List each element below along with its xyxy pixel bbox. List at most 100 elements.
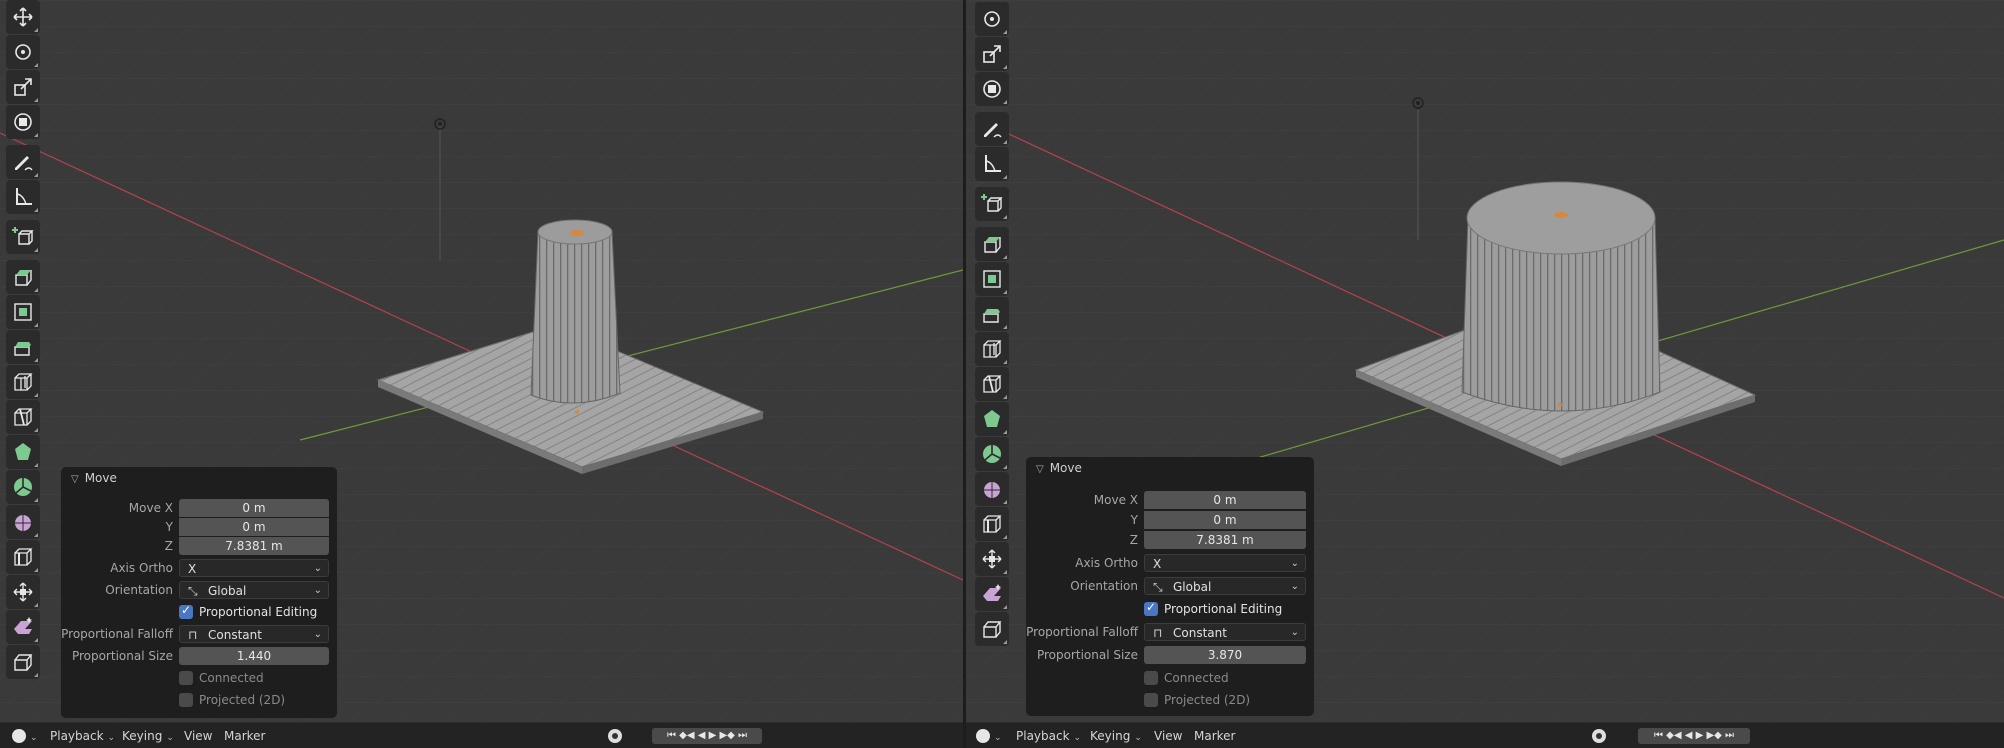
tool-measure[interactable] — [975, 147, 1009, 181]
tool-shrink-fatten[interactable] — [975, 542, 1009, 576]
tool-scale[interactable] — [975, 37, 1009, 71]
viewport-left[interactable]: ▽ Move Move X 0 m Y 0 m Z 7.8381 m Axis Orth… — [0, 0, 963, 748]
proportional-editing-label: Proportional Editing — [199, 605, 318, 619]
axis-ortho-select[interactable]: X ⌄ — [1144, 554, 1306, 572]
tool-edge-slide[interactable] — [975, 507, 1009, 541]
tool-add-cube[interactable] — [975, 187, 1009, 221]
tool-annotate[interactable] — [975, 112, 1009, 146]
tool-spin[interactable] — [975, 437, 1009, 471]
tool-rotate[interactable] — [975, 2, 1009, 36]
redo-panel-move-left[interactable]: ▽ Move Move X 0 m Y 0 m Z 7.8381 m Axis Orth… — [61, 467, 337, 718]
move-z-field[interactable]: 7.8381 m — [1144, 531, 1306, 549]
tool-rotate[interactable] — [6, 35, 40, 69]
view-menu[interactable]: View — [1154, 723, 1182, 748]
timeline-header-left: ⌄ Playback ⌄ Keying ⌄ View Marker ⏮ ◆◀ ◀ ▶… — [0, 722, 963, 748]
tool-shear[interactable] — [6, 610, 40, 644]
chevron-down-icon: ▽ — [1036, 464, 1044, 475]
proportional-editing-checkbox[interactable] — [1144, 600, 1158, 616]
tool-scale[interactable] — [6, 70, 40, 104]
tool-shrink-fatten[interactable] — [6, 575, 40, 609]
redo-panel-header[interactable]: ▽ Move — [61, 467, 337, 489]
rotate-icon — [15, 44, 31, 60]
tool-knife[interactable] — [6, 400, 40, 434]
playback-menu[interactable]: Playback ⌄ — [1016, 723, 1081, 748]
projected-2d-checkbox[interactable] — [179, 693, 193, 707]
proportional-editing-label: Proportional Editing — [1164, 602, 1283, 616]
poly-build-icon — [15, 443, 31, 460]
move-y-field[interactable]: 0 m — [179, 518, 329, 536]
move-z-field[interactable]: 7.8381 m — [179, 537, 329, 555]
tool-bevel[interactable] — [6, 330, 40, 364]
tool-transform[interactable] — [975, 72, 1009, 106]
proportional-size-label: Proportional Size — [1036, 648, 1138, 662]
move-x-field[interactable]: 0 m — [1144, 491, 1306, 509]
playback-menu[interactable]: Playback ⌄ — [50, 723, 115, 748]
tool-extrude[interactable] — [6, 260, 40, 294]
tool-poly-build[interactable] — [975, 402, 1009, 436]
view-menu[interactable]: View — [184, 723, 212, 748]
shrink-fatten-icon — [13, 582, 33, 602]
record-button[interactable] — [608, 729, 622, 743]
orientation-select[interactable]: ⤡ Global ⌄ — [1144, 577, 1306, 595]
redo-panel-header[interactable]: ▽ Move — [1026, 457, 1314, 479]
redo-panel-move-right[interactable]: ▽ Move Move X 0 m Y 0 m Z 7.8381 m Axis Orth… — [1026, 457, 1314, 716]
scale-icon — [983, 45, 1001, 63]
move-z-label: Z — [164, 539, 173, 553]
tool-move[interactable] — [6, 0, 40, 34]
tool-poly-build[interactable] — [6, 435, 40, 469]
axis-ortho-value: X — [1153, 557, 1162, 571]
tool-transform[interactable] — [6, 105, 40, 139]
orientation-label: Orientation — [105, 583, 173, 597]
orientation-select[interactable]: ⤡ Global ⌄ — [179, 581, 329, 599]
proportional-falloff-select[interactable]: ⊓ Constant ⌄ — [179, 625, 329, 643]
proportional-editing-checkbox[interactable] — [179, 603, 193, 619]
tool-measure[interactable] — [6, 180, 40, 214]
tool-inset[interactable] — [6, 295, 40, 329]
playback-label: Playback — [1016, 729, 1070, 743]
tool-add-cube[interactable] — [6, 220, 40, 254]
editor-type-button[interactable]: ⌄ — [12, 723, 38, 748]
axis-ortho-select[interactable]: X ⌄ — [179, 559, 329, 577]
proportional-size-field[interactable]: 1.440 — [179, 647, 329, 665]
viewport-right[interactable]: ▽ Move Move X 0 m Y 0 m Z 7.8381 m Axis Orth… — [966, 0, 2004, 748]
tool-rip[interactable] — [6, 645, 40, 679]
tool-loop-cut[interactable] — [6, 365, 40, 399]
falloff-constant-icon: ⊓ — [188, 628, 198, 642]
move-y-field[interactable]: 0 m — [1144, 511, 1306, 529]
proportional-falloff-select[interactable]: ⊓ Constant ⌄ — [1144, 623, 1306, 641]
tool-shear[interactable] — [975, 577, 1009, 611]
proportional-size-field[interactable]: 3.870 — [1144, 646, 1306, 664]
tool-spin[interactable] — [6, 470, 40, 504]
shrink-fatten-icon — [982, 549, 1002, 569]
projected-2d-checkbox[interactable] — [1144, 693, 1158, 707]
marker-menu[interactable]: Marker — [224, 723, 265, 748]
connected-label: Connected — [199, 671, 264, 685]
tool-extrude[interactable] — [975, 227, 1009, 261]
tool-bevel[interactable] — [975, 297, 1009, 331]
editor-type-button[interactable]: ⌄ — [976, 723, 1002, 748]
tool-loop-cut[interactable] — [975, 332, 1009, 366]
playback-controls[interactable]: ⏮ ◆◀ ◀ ▶ ▶◆ ⏭ — [652, 728, 762, 744]
annotate-icon — [984, 123, 1002, 138]
shear-icon — [14, 617, 32, 634]
record-button[interactable] — [1592, 729, 1606, 743]
tool-rip[interactable] — [975, 612, 1009, 646]
tool-smooth[interactable] — [975, 472, 1009, 506]
playback-controls[interactable]: ⏮ ◆◀ ◀ ▶ ▶◆ ⏭ — [1638, 728, 1750, 744]
tool-inset[interactable] — [975, 262, 1009, 296]
marker-menu[interactable]: Marker — [1194, 723, 1235, 748]
tool-smooth[interactable] — [6, 505, 40, 539]
proportional-falloff-label: Proportional Falloff — [1026, 625, 1138, 639]
keying-menu[interactable]: Keying ⌄ — [1090, 723, 1142, 748]
connected-checkbox[interactable] — [179, 671, 193, 685]
tool-knife[interactable] — [975, 367, 1009, 401]
measure-icon — [985, 155, 1001, 172]
chevron-down-icon: ⌄ — [1290, 627, 1299, 638]
move-x-label: Move X — [1093, 493, 1138, 507]
proportional-falloff-value: Constant — [208, 628, 262, 642]
move-x-field[interactable]: 0 m — [179, 499, 329, 517]
tool-edge-slide[interactable] — [6, 540, 40, 574]
keying-menu[interactable]: Keying ⌄ — [122, 723, 174, 748]
connected-checkbox[interactable] — [1144, 671, 1158, 685]
tool-annotate[interactable] — [6, 145, 40, 179]
